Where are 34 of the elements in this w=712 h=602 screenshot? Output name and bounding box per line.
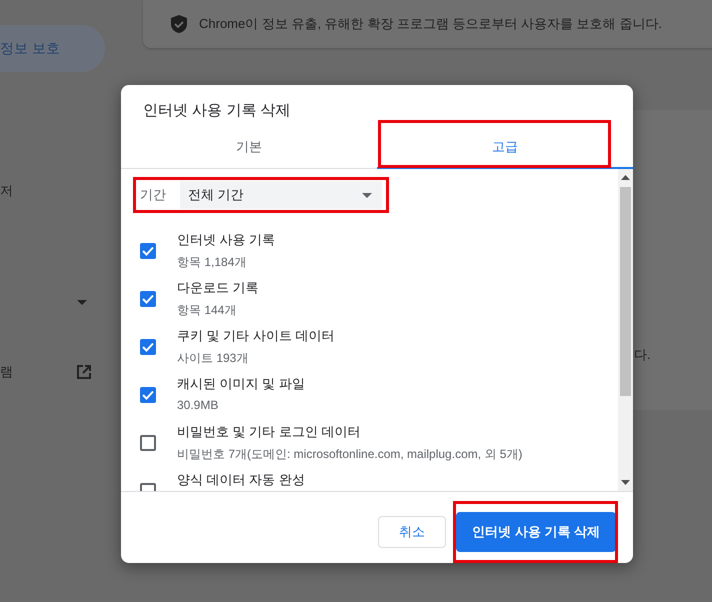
item-detail: 비밀번호 7개(도메인: microsoftonline.com, mailplug.com, 외 5개)	[177, 446, 522, 463]
scroll-up-icon[interactable]	[621, 175, 630, 180]
tab[interactable]: 고급	[377, 126, 633, 168]
menu-label: 램	[0, 363, 13, 381]
item-title: 인터넷 사용 기록	[177, 231, 276, 249]
item-title: 캐시된 이미지 및 파일	[177, 375, 305, 393]
setting-text: 다.	[634, 346, 651, 364]
item-title: 양식 데이터 자동 완성	[177, 471, 305, 489]
item-detail: 항목 1,184개	[177, 254, 248, 271]
period-label: 기간	[140, 186, 167, 204]
item-detail: 항목 144개	[177, 302, 238, 319]
caret-icon	[362, 192, 372, 198]
scrollbar[interactable]	[618, 169, 633, 491]
tab[interactable]: 기본	[121, 126, 377, 168]
period-dropdown[interactable]: 전체 기간	[180, 181, 382, 209]
shield-icon	[171, 15, 187, 33]
item-title: 비밀번호 및 기타 로그인 데이터	[177, 423, 362, 441]
dialog-title: 인터넷 사용 기록 삭제	[142, 101, 292, 121]
caret-icon	[77, 300, 87, 305]
item-title: 쿠키 및 기타 사이트 데이터	[177, 327, 334, 345]
external-link-icon[interactable]	[75, 363, 93, 381]
menu-label: 저	[0, 182, 14, 200]
item-detail: 30.9MB	[177, 398, 220, 412]
item-title: 다운로드 기록	[177, 279, 259, 297]
cancel-button[interactable]: 취소	[378, 516, 446, 548]
checkbox[interactable]	[140, 387, 156, 403]
notice-text: Chrome이 정보 유출, 유해한 확장 프로그램 등으로부터 사용자를 보호해 줍니다.	[199, 15, 662, 33]
scroll-down-icon[interactable]	[621, 480, 630, 485]
checkbox[interactable]	[140, 243, 156, 259]
checkbox[interactable]	[140, 435, 156, 451]
item-detail: 사이트 193개	[177, 350, 250, 367]
checkbox[interactable]	[140, 291, 156, 307]
delete-button[interactable]: 인터넷 사용 기록 삭제	[456, 512, 616, 552]
checkbox[interactable]	[140, 339, 156, 355]
